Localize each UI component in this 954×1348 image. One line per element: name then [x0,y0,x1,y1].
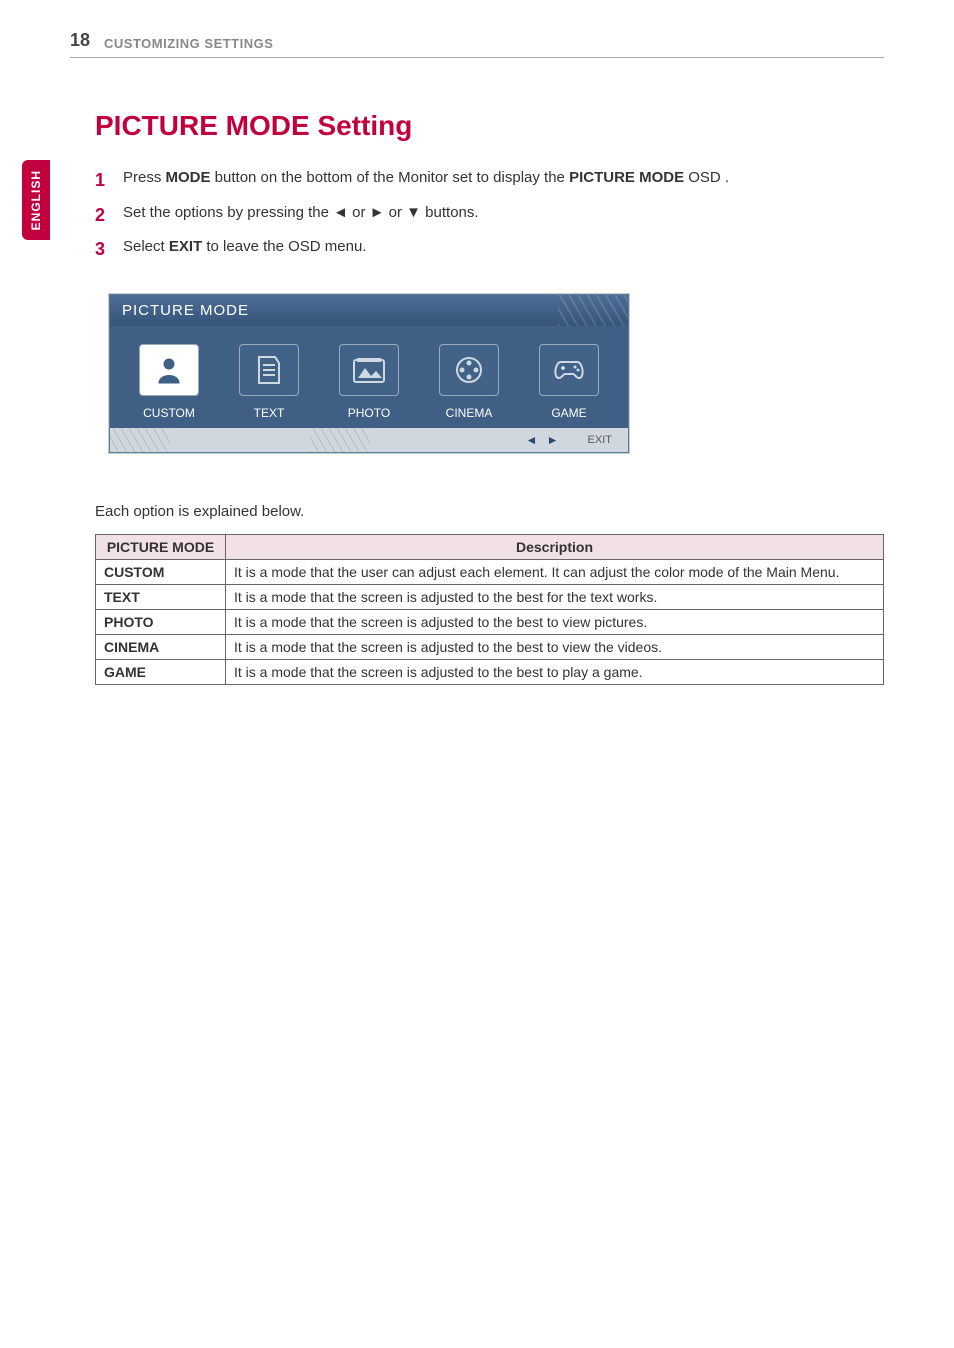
table-row: CINEMA It is a mode that the screen is a… [96,634,884,659]
desc-cell: It is a mode that the screen is adjusted… [226,609,884,634]
language-tab: ENGLISH [22,160,50,240]
explanation-intro: Each option is explained below. [95,503,884,520]
mode-game[interactable]: GAME [524,344,614,420]
step-text: Set the options by pressing the ◄ or ► o… [123,204,479,221]
page-number: 18 [70,30,90,51]
hatch-decoration [310,428,370,452]
mode-label: CUSTOM [124,406,214,420]
mode-cell: CINEMA [96,634,226,659]
desc-cell: It is a mode that the screen is adjusted… [226,634,884,659]
table-row: GAME It is a mode that the screen is adj… [96,659,884,684]
step-number: 1 [95,167,105,194]
mode-cell: TEXT [96,584,226,609]
game-icon [539,344,599,396]
col-header-mode: PICTURE MODE [96,534,226,559]
desc-cell: It is a mode that the screen is adjusted… [226,584,884,609]
cinema-icon [439,344,499,396]
steps-list: 1 Press MODE button on the bottom of the… [95,167,884,259]
language-tab-label: ENGLISH [29,170,43,230]
osd-footer: ◄ ► EXIT [110,428,628,452]
step-text: Select EXIT to leave the OSD menu. [123,238,366,255]
osd-window: PICTURE MODE CUSTOM TEXT [109,294,629,453]
desc-cell: It is a mode that the user can adjust ea… [226,559,884,584]
page: 18 CUSTOMIZING SETTINGS ENGLISH PICTURE … [0,0,954,1348]
mode-cell: PHOTO [96,609,226,634]
mode-label: PHOTO [324,406,414,420]
step-text: Press MODE button on the bottom of the M… [123,169,729,186]
desc-cell: It is a mode that the screen is adjusted… [226,659,884,684]
table-header-row: PICTURE MODE Description [96,534,884,559]
table-row: CUSTOM It is a mode that the user can ad… [96,559,884,584]
table-row: TEXT It is a mode that the screen is adj… [96,584,884,609]
page-title: PICTURE MODE Setting [95,110,884,142]
mode-text[interactable]: TEXT [224,344,314,420]
exit-button[interactable]: EXIT [588,434,612,446]
col-header-description: Description [226,534,884,559]
step-1: 1 Press MODE button on the bottom of the… [95,167,884,190]
mode-label: CINEMA [424,406,514,420]
content-area: PICTURE MODE Setting 1 Press MODE button… [95,110,884,685]
step-2: 2 Set the options by pressing the ◄ or ►… [95,202,884,225]
custom-icon [139,344,199,396]
mode-custom[interactable]: CUSTOM [124,344,214,420]
text-icon [239,344,299,396]
description-table: PICTURE MODE Description CUSTOM It is a … [95,534,884,685]
mode-cinema[interactable]: CINEMA [424,344,514,420]
hatch-decoration [110,428,170,452]
mode-cell: CUSTOM [96,559,226,584]
page-header: 18 CUSTOMIZING SETTINGS [70,30,884,58]
nav-arrows[interactable]: ◄ ► [525,433,561,447]
mode-photo[interactable]: PHOTO [324,344,414,420]
mode-label: GAME [524,406,614,420]
step-3: 3 Select EXIT to leave the OSD menu. [95,236,884,259]
osd-body: CUSTOM TEXT PHOTO [110,326,628,428]
photo-icon [339,344,399,396]
mode-cell: GAME [96,659,226,684]
mode-label: TEXT [224,406,314,420]
table-row: PHOTO It is a mode that the screen is ad… [96,609,884,634]
section-title: CUSTOMIZING SETTINGS [104,36,273,51]
osd-title: PICTURE MODE [110,295,628,326]
step-number: 2 [95,202,105,229]
step-number: 3 [95,236,105,263]
